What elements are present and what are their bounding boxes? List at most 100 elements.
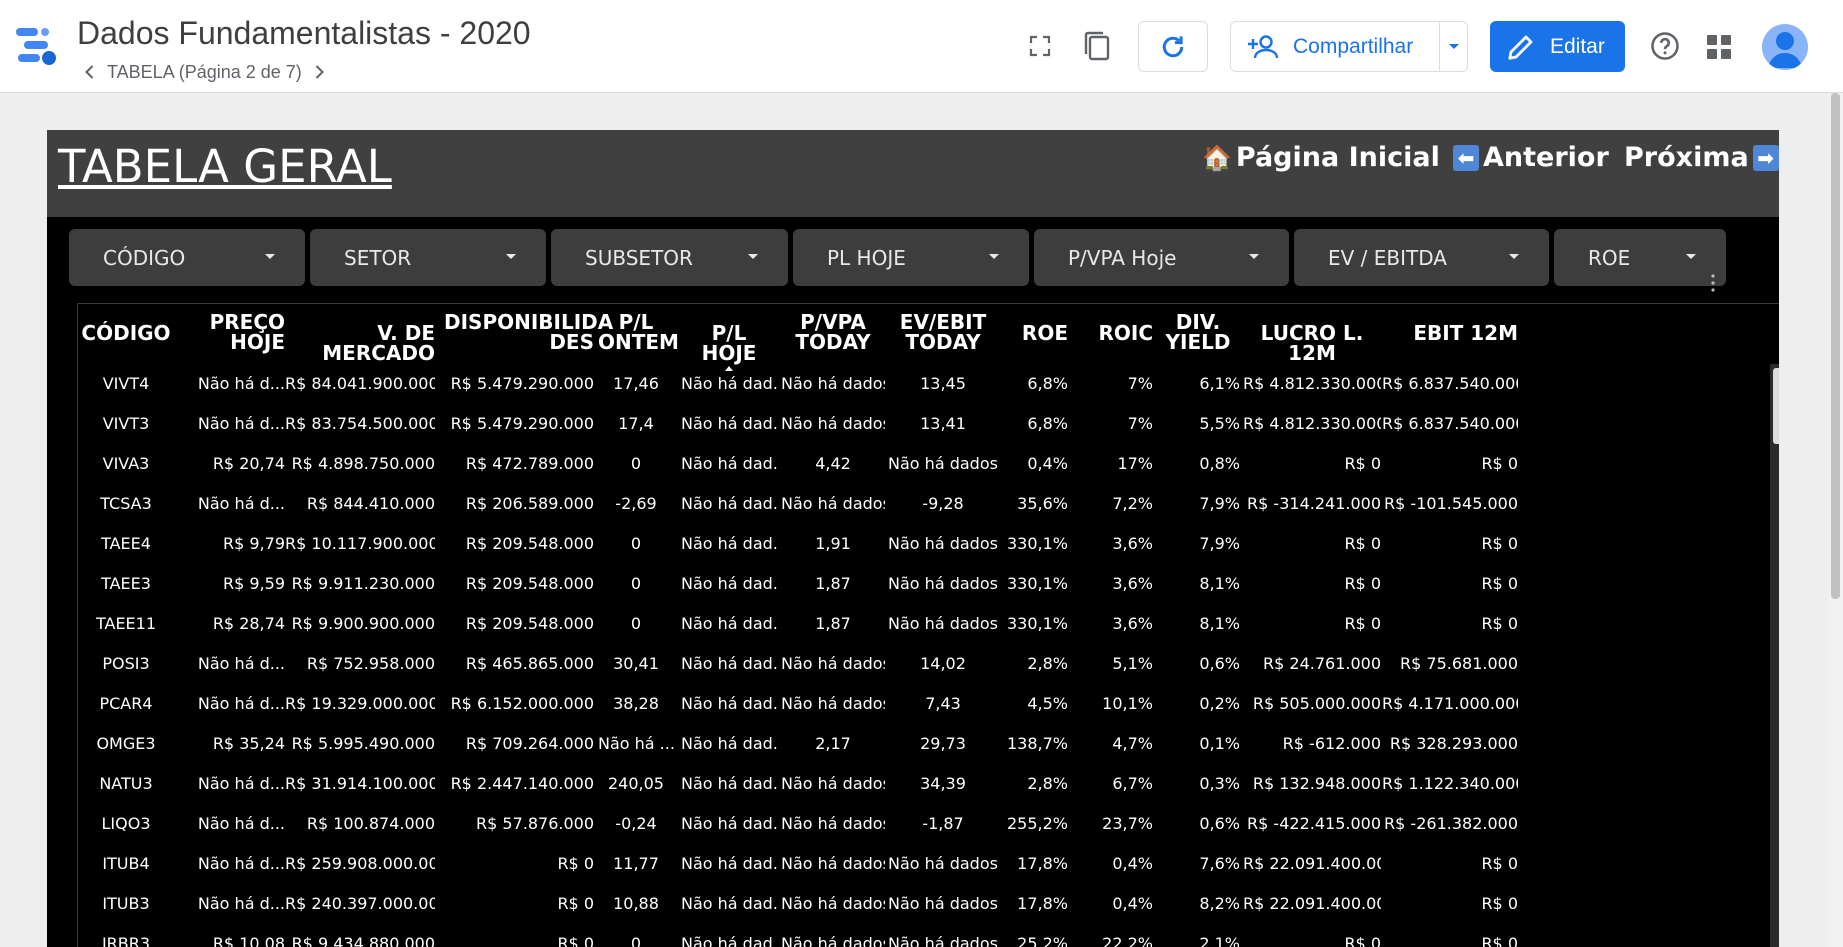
table-cell: 25,2% [1017,934,1068,947]
table-row[interactable]: POSI3 Não há d... R$ 752.958.000 R$ 465.865… [78,644,1768,684]
previous-page-chevron-icon[interactable] [77,60,103,84]
table-cell: 7% [1127,374,1153,393]
table-cell: R$ 28,74 [212,614,285,633]
account-avatar-icon[interactable] [1762,24,1808,70]
table-row[interactable]: VIVT4 Não há d... R$ 84.041.900.000 R$ 5.47… [78,364,1768,404]
column-header[interactable]: EBIT 12M [1382,323,1518,343]
help-icon[interactable] [1648,29,1682,63]
column-header[interactable]: PREÇO HOJE [185,312,285,352]
table-cell: Não há dad... [681,894,777,913]
table-cell: Não há dad... [681,734,777,753]
table-cell: Não há dad... [681,854,777,873]
column-header[interactable]: EV/EBIT TODAY [888,312,998,352]
report-title: TABELA GERAL [58,140,392,193]
table-cell: R$ 5.995.490.000 [291,734,435,753]
table-row[interactable]: TAEE3 R$ 9,59 R$ 9.911.230.000 R$ 209.548.0… [78,564,1768,604]
table-row[interactable]: TAEE4 R$ 9,79 R$ 10.117.900.000 R$ 209.548.… [78,524,1768,564]
next-page-chevron-icon[interactable] [306,60,332,84]
previous-page-link[interactable]: ⬅ Anterior [1449,142,1609,173]
table-cell: 4,5% [1027,694,1068,713]
table-cell: Não há dad... [681,574,777,593]
table-row[interactable]: NATU3 Não há d... R$ 31.914.100.000 R$ 2.44… [78,764,1768,804]
column-header-label: TODAY [795,330,871,354]
table-scrollbar[interactable] [1770,364,1779,947]
page-scrollbar-thumb[interactable] [1831,93,1840,599]
table-cell: Não há d... [197,694,285,713]
caret-down-icon [1448,43,1459,49]
table-cell: R$ 0 [1481,854,1518,873]
table-cell: R$ 472.789.000 [465,454,594,473]
table-row[interactable]: PCAR4 Não há d... R$ 19.329.000.000 R$ 6.15… [78,684,1768,724]
column-header-label: V. DE MERCADO [322,321,435,365]
table-cell: R$ 31.914.100.000 [285,774,435,793]
filter-subsetor[interactable]: SUBSETOR [551,229,788,286]
table-cell: LIQO3 [101,814,151,833]
column-header[interactable]: P/L ONTEM [598,310,679,354]
table-row[interactable]: ITUB4 Não há d... R$ 259.908.000.000 R$ 0 11… [78,844,1768,884]
filter-ev-ebitda[interactable]: EV / EBITDA [1294,229,1549,286]
apps-grid-icon[interactable] [1705,33,1733,61]
table-row[interactable]: TCSA3 Não há d... R$ 844.410.000 R$ 206.589… [78,484,1768,524]
house-icon: 🏠 [1202,143,1232,172]
table-cell: 6,8% [1027,374,1068,393]
column-header[interactable]: V. DE MERCADO [285,323,435,363]
filter-label: SETOR [344,245,412,270]
column-header[interactable]: ROE [1002,323,1068,343]
table-cell: -2,69 [615,494,657,513]
home-page-link[interactable]: 🏠 Página Inicial [1202,142,1440,173]
column-header[interactable]: DISPONIBILIDA DES [444,312,613,352]
next-page-link[interactable]: Próxima ➡ [1624,142,1779,173]
copy-icon[interactable] [1080,28,1114,64]
table-cell: 7,2% [1112,494,1153,513]
filter-roe[interactable]: ROE [1554,229,1726,286]
table-cell: 7% [1127,414,1153,433]
filter-codigo[interactable]: CÓDIGO [69,229,305,286]
table-cell: 255,2% [1006,814,1068,833]
table-cell: 0 [630,534,642,553]
column-header[interactable]: ROIC [1073,323,1153,343]
table-cell: R$ 75.681.000 [1400,654,1518,673]
table-cell: 0,6% [1199,814,1240,833]
column-header[interactable]: LUCRO L. 12M [1243,323,1381,363]
table-cell: R$ 0 [1481,454,1518,473]
table-cell: R$ 0 [1481,614,1518,633]
column-header-label: P/L [618,310,654,334]
column-header[interactable]: CÓDIGO [81,323,171,343]
page-scrollbar[interactable] [1828,93,1843,947]
fullscreen-icon[interactable] [1024,30,1056,62]
table-row[interactable]: VIVT3 Não há d... R$ 83.754.500.000 R$ 5.47… [78,404,1768,444]
filter-pvpa-hoje[interactable]: P/VPA Hoje [1034,229,1289,286]
filter-pl-hoje[interactable]: PL HOJE [793,229,1029,286]
filter-label: CÓDIGO [103,245,186,270]
caret-down-icon [265,254,275,259]
table-row[interactable]: TAEE11 R$ 28,74 R$ 9.900.900.000 R$ 209.548… [78,604,1768,644]
table-cell: 0,1% [1199,734,1240,753]
data-table: CÓDIGO PREÇO HOJE V. DE MERCADO DISPONIBILID… [77,303,1779,947]
table-scrollbar-thumb[interactable] [1773,368,1779,444]
table-row[interactable]: ITUB3 Não há d... R$ 240.397.000.000 R$ 0 10… [78,884,1768,924]
table-cell: Não há dados [781,414,885,433]
table-row[interactable]: LIQO3 Não há d... R$ 100.874.000 R$ 57.876.… [78,804,1768,844]
document-title[interactable]: Dados Fundamentalistas - 2020 [77,15,531,52]
looker-studio-logo-icon[interactable] [14,22,60,68]
current-page-label[interactable]: TABELA (Página 2 de 7) [103,62,306,83]
table-row[interactable]: OMGE3 R$ 35,24 R$ 5.995.490.000 R$ 709.264.… [78,724,1768,764]
edit-button[interactable]: Editar [1490,21,1625,72]
table-cell: Não há d... [197,414,285,433]
table-row[interactable]: VIVA3 R$ 20,74 R$ 4.898.750.000 R$ 472.789.… [78,444,1768,484]
table-cell: R$ 209.548.000 [465,574,594,593]
column-header-label: ONTEM [598,330,679,354]
share-button[interactable]: Compartilhar [1231,22,1439,71]
filter-setor[interactable]: SETOR [310,229,546,286]
table-cell: 7,43 [925,694,961,713]
table-cell: 7,9% [1199,494,1240,513]
column-header[interactable]: DIV. YIELD [1156,312,1240,352]
share-dropdown-button[interactable] [1439,22,1467,71]
refresh-button[interactable] [1138,21,1208,72]
column-header[interactable]: P/VPA TODAY [781,312,885,352]
table-row[interactable]: IRBR3 R$ 10,08 R$ 9.434.880.000 R$ 0 0 Não há… [78,924,1768,947]
table-cell: 14,02 [920,654,966,673]
table-cell: R$ 709.264.000 [465,734,594,753]
table-cell: 4,7% [1112,734,1153,753]
more-options-icon[interactable] [1709,272,1717,294]
